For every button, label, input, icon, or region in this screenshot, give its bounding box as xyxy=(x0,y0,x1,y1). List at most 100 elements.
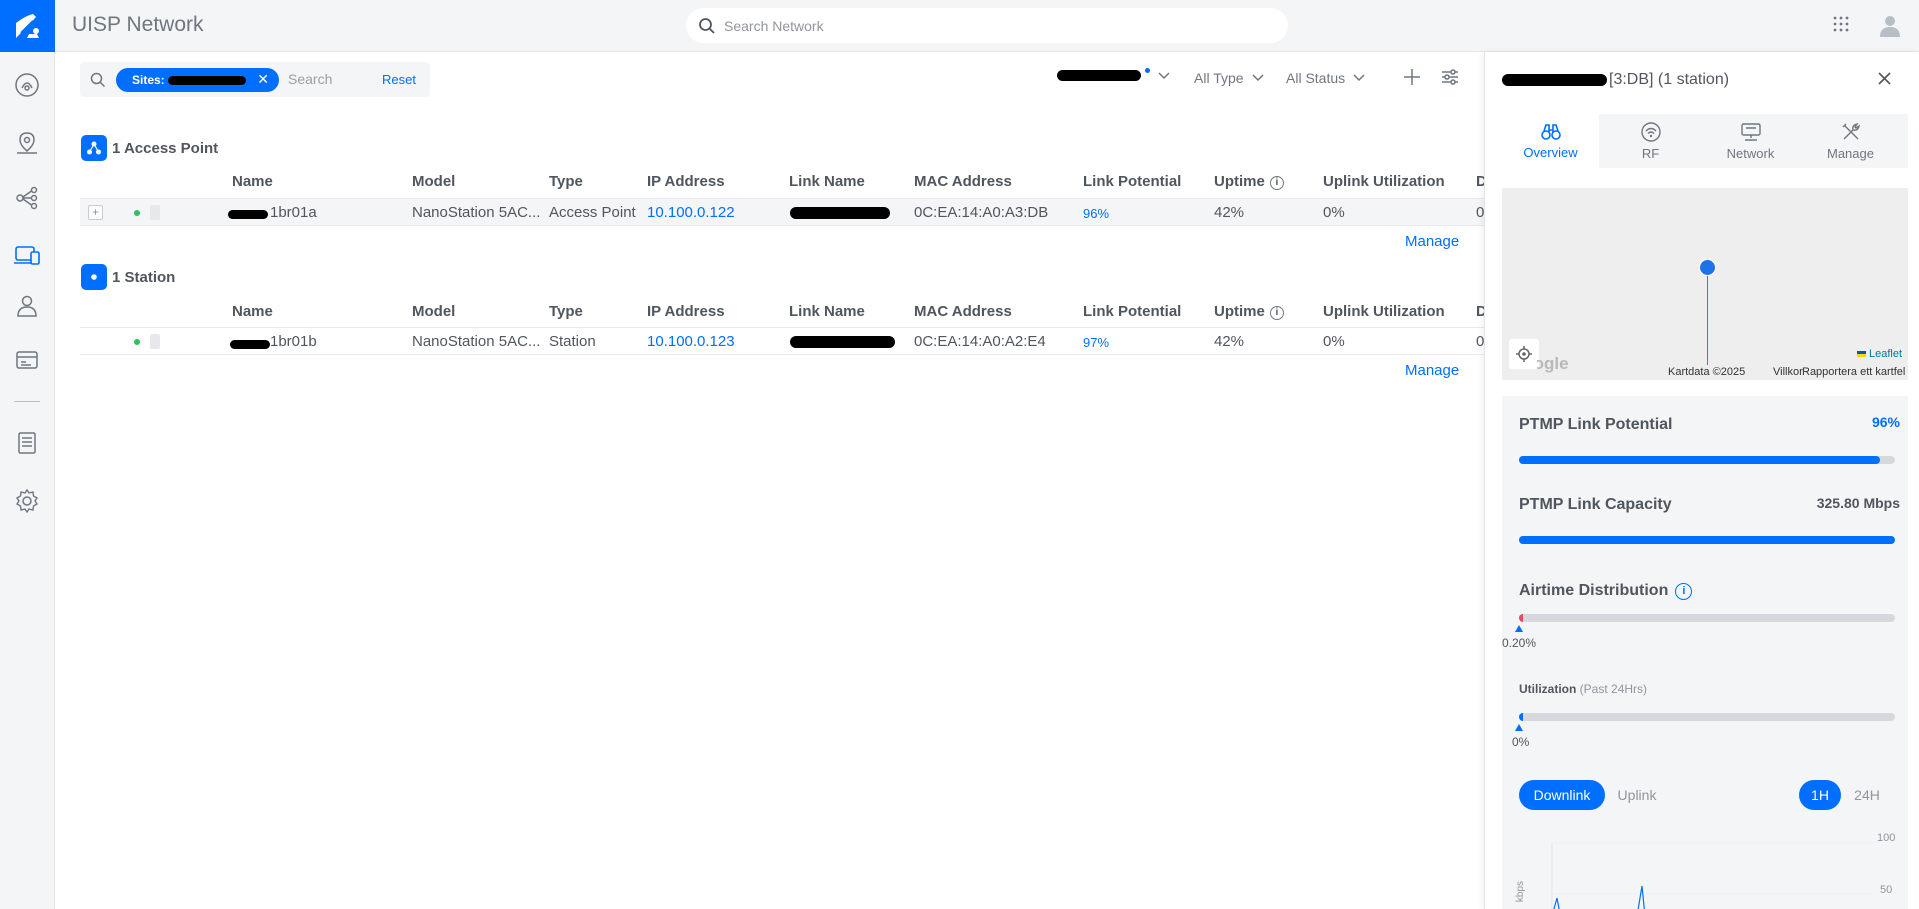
range-1h-toggle[interactable]: 1H xyxy=(1799,780,1841,810)
leaflet-attribution[interactable]: Leaflet xyxy=(1856,348,1902,360)
col-uplink-utilization[interactable]: Uplink Utilization xyxy=(1323,173,1445,190)
col-name[interactable]: Name xyxy=(232,173,273,190)
type-dropdown[interactable]: All Type xyxy=(1194,70,1264,86)
access-point-section-title: 1 Access Point xyxy=(112,139,219,157)
add-icon[interactable] xyxy=(1403,68,1421,89)
table-row[interactable]: 1br01b NanoStation 5AC... Station 10.100… xyxy=(80,327,1484,355)
column-settings-icon[interactable] xyxy=(1441,68,1459,89)
online-status-dot xyxy=(134,339,140,345)
tab-manage[interactable]: Manage xyxy=(1802,114,1899,168)
col-mac-address[interactable]: MAC Address xyxy=(914,303,1012,320)
nav-clients-icon[interactable] xyxy=(12,291,42,321)
col-ip-address[interactable]: IP Address xyxy=(647,173,725,190)
col-type[interactable]: Type xyxy=(549,173,583,190)
tab-rf[interactable]: RF xyxy=(1602,114,1699,168)
nav-topology-icon[interactable] xyxy=(12,183,42,213)
device-ip[interactable]: 10.100.0.122 xyxy=(647,204,735,221)
station-section-title: 1 Station xyxy=(112,268,176,286)
col-uptime-label: Uptime xyxy=(1214,303,1265,320)
col-model[interactable]: Model xyxy=(412,303,455,320)
device-type: Access Point xyxy=(549,204,636,221)
global-search-input[interactable] xyxy=(724,17,1244,34)
nav-settings-icon[interactable] xyxy=(12,486,42,516)
device-ip[interactable]: 10.100.0.123 xyxy=(647,333,735,350)
nav-logs-icon[interactable] xyxy=(12,428,42,458)
redacted-link-name xyxy=(790,207,890,219)
station-section-header: 1 Station xyxy=(81,264,175,290)
locate-icon[interactable] xyxy=(1509,339,1539,369)
col-link-name[interactable]: Link Name xyxy=(789,303,865,320)
device-uptime: 42% xyxy=(1214,204,1245,221)
info-icon[interactable]: i xyxy=(1675,582,1693,600)
nav-sites-map-icon[interactable] xyxy=(12,128,42,158)
link-potential-label: PTMP Link Potential xyxy=(1519,416,1673,433)
reset-filters-link[interactable]: Reset xyxy=(382,72,416,87)
throughput-line xyxy=(1551,842,1874,909)
tab-network[interactable]: Network xyxy=(1702,114,1799,168)
map-report-error-link[interactable]: Rapportera ett kartfel xyxy=(1802,366,1905,378)
nav-devices-icon[interactable] xyxy=(12,240,42,270)
filter-search-input[interactable] xyxy=(288,71,368,87)
col-mac-address[interactable]: MAC Address xyxy=(914,173,1012,190)
top-bar: UISP Network xyxy=(55,0,1919,52)
tab-network-label: Network xyxy=(1726,145,1775,161)
table-row[interactable]: + 1br01a NanoStation 5AC... Access Point… xyxy=(80,198,1484,226)
col-model[interactable]: Model xyxy=(412,173,455,190)
col-name[interactable]: Name xyxy=(232,303,273,320)
utilization-header: Utilization (Past 24Hrs) xyxy=(1519,682,1647,696)
nav-dashboard-icon[interactable] xyxy=(12,70,42,100)
uplink-toggle[interactable]: Uplink xyxy=(1607,780,1667,810)
redacted-panel-title xyxy=(1502,74,1607,86)
expand-row-icon[interactable]: + xyxy=(88,205,103,220)
col-link-potential[interactable]: Link Potential xyxy=(1083,303,1181,320)
sites-filter-chip[interactable]: Sites: ✕ xyxy=(116,68,279,92)
range-24h-toggle[interactable]: 24H xyxy=(1845,780,1889,810)
panel-tabs: Overview RF Network Manage xyxy=(1502,114,1908,168)
device-model: NanoStation 5AC... xyxy=(412,333,541,350)
device-name[interactable]: 1br01b xyxy=(270,333,317,350)
info-icon[interactable]: i xyxy=(1269,176,1284,190)
site-dropdown[interactable] xyxy=(1057,68,1170,81)
col-ip-address[interactable]: IP Address xyxy=(647,303,725,320)
device-uptime: 42% xyxy=(1214,333,1245,350)
col-uptime-label: Uptime xyxy=(1214,173,1265,190)
nav-crm-icon[interactable] xyxy=(12,345,42,375)
leaflet-label: Leaflet xyxy=(1868,348,1902,360)
utilization-value: 0% xyxy=(1512,735,1530,749)
manage-access-point-link[interactable]: Manage xyxy=(1405,233,1459,250)
downlink-toggle[interactable]: Downlink xyxy=(1519,780,1605,810)
manage-station-link[interactable]: Manage xyxy=(1405,362,1459,379)
col-link-potential[interactable]: Link Potential xyxy=(1083,173,1181,190)
tab-overview[interactable]: Overview xyxy=(1502,114,1599,168)
uisp-logo[interactable] xyxy=(0,0,55,52)
status-dropdown[interactable]: All Status xyxy=(1286,70,1365,86)
apps-grid-icon[interactable] xyxy=(1833,16,1849,35)
info-icon[interactable]: i xyxy=(1269,306,1284,320)
ukraine-flag-icon xyxy=(1856,351,1866,357)
close-icon[interactable] xyxy=(1878,72,1891,88)
device-name[interactable]: 1br01a xyxy=(270,204,317,221)
status-dropdown-label: All Status xyxy=(1286,70,1346,86)
link-capacity-value: 325.80 Mbps xyxy=(1816,495,1900,511)
device-location-map[interactable]: Google Leaflet Kartdata ©2025 Villkor Ra… xyxy=(1502,188,1908,380)
tab-rf-label: RF xyxy=(1641,145,1660,161)
col-link-name[interactable]: Link Name xyxy=(789,173,865,190)
col-type[interactable]: Type xyxy=(549,303,583,320)
satellite-dish-icon xyxy=(15,14,39,38)
global-search[interactable] xyxy=(686,8,1288,43)
tools-icon xyxy=(1842,122,1860,139)
device-type: Station xyxy=(549,333,596,350)
network-icon xyxy=(1740,122,1761,141)
col-uplink-utilization[interactable]: Uplink Utilization xyxy=(1323,303,1445,320)
map-pin-icon[interactable] xyxy=(1699,259,1716,276)
link-capacity-bar xyxy=(1519,536,1895,544)
map-terms-link[interactable]: Villkor xyxy=(1773,366,1803,378)
device-uplink: 0% xyxy=(1323,333,1345,350)
station-icon xyxy=(81,264,107,290)
user-avatar-icon[interactable] xyxy=(1877,12,1903,38)
col-uptime[interactable]: Uptime i xyxy=(1214,173,1284,190)
filter-bar: Sites: ✕ Reset xyxy=(80,62,430,97)
col-uptime[interactable]: Uptime i xyxy=(1214,303,1284,320)
redacted-link-name xyxy=(790,336,895,348)
chip-close-icon[interactable]: ✕ xyxy=(257,71,269,88)
